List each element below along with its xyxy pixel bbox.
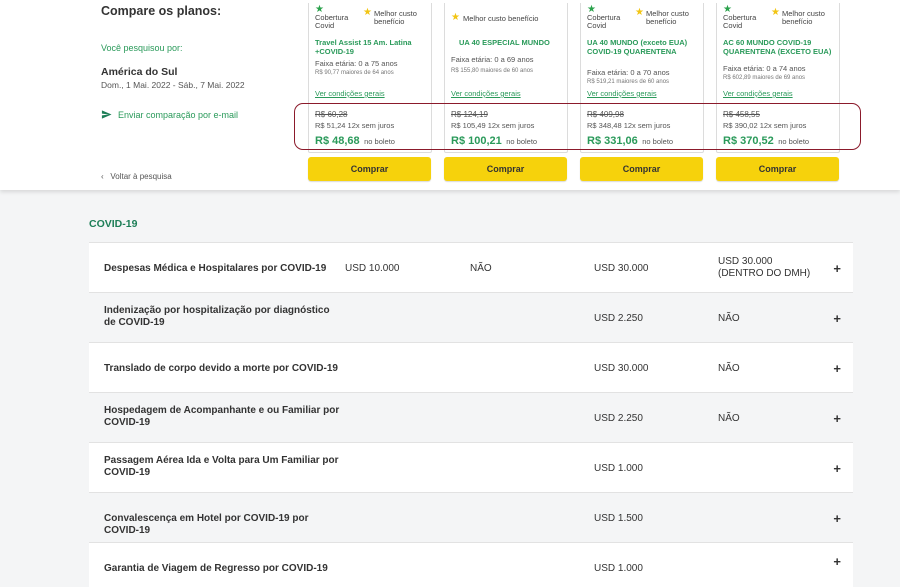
star-icon: ★ — [451, 12, 460, 23]
back-to-search-label: Voltar à pesquisa — [110, 172, 172, 181]
conditions-link[interactable]: Ver condições gerais — [315, 89, 385, 98]
buy-button[interactable]: Comprar — [716, 157, 839, 181]
covid-badge: ★ Cobertura Covid — [587, 5, 633, 30]
coverage-value: USD 2.250 — [594, 313, 643, 324]
coverage-value: USD 30.000 (DENTRO DO DMH) — [718, 256, 811, 279]
older-price: R$ 90,77 maiores de 64 anos — [315, 70, 394, 76]
chevron-left-icon: ‹ — [101, 172, 104, 181]
buy-button[interactable]: Comprar — [580, 157, 703, 181]
older-price: R$ 519,21 maiores de 60 anos — [587, 79, 670, 85]
coverage-value: NÃO — [718, 413, 740, 424]
coverage-value: NÃO — [718, 363, 740, 374]
table-row[interactable]: Despesas Médica e Hospitalares por COVID… — [89, 242, 853, 292]
best-value-badge: ★ Melhor custo benefício — [363, 7, 425, 26]
best-value-badge: ★ Melhor custo benefício — [635, 7, 697, 26]
star-icon: ★ — [771, 7, 780, 18]
travel-dates: Dom., 1 Mai. 2022 - Sáb., 7 Mai. 2022 — [101, 80, 245, 90]
table-row[interactable]: Garantia de Viagem de Regresso por COVID… — [89, 542, 853, 587]
table-row[interactable]: Indenização por hospitalização por diagn… — [89, 292, 853, 342]
older-price: R$ 602,89 maiores de 69 anos — [723, 75, 806, 81]
covid-badge: ★ Cobertura Covid — [315, 5, 361, 30]
table-row[interactable]: Convalescença em Hotel por COVID-19 por … — [89, 492, 853, 542]
plan-name: AC 60 MUNDO COVID-19 QUARENTENA (EXCETO … — [723, 38, 832, 56]
section-title: COVID-19 — [89, 218, 138, 230]
plan-badges: ★ Cobertura Covid ★ Melhor custo benefíc… — [587, 5, 699, 35]
coverage-value: USD 1.500 — [594, 513, 643, 524]
coverage-label: Garantia de Viagem de Regresso por COVID… — [104, 563, 328, 574]
older-price: R$ 155,80 maiores de 60 anos — [451, 68, 534, 74]
coverage-value: NÃO — [718, 313, 740, 324]
coverage-label: Convalescença em Hotel por COVID-19 por … — [104, 513, 309, 536]
expand-plus-icon[interactable]: + — [833, 261, 841, 276]
email-comparison-label: Enviar comparação por e-mail — [118, 109, 239, 120]
coverage-label: Passagem Aérea Ida e Volta para Um Famil… — [104, 455, 339, 478]
send-icon — [101, 110, 112, 119]
coverage-value: USD 1.000 — [594, 463, 643, 474]
age-range: Faixa etária: 0 a 74 anos — [723, 64, 806, 73]
buy-button[interactable]: Comprar — [444, 157, 567, 181]
plan-badges: ★ Cobertura Covid ★ Melhor custo benefíc… — [315, 5, 427, 35]
best-value-label: Melhor custo benefício — [782, 9, 825, 26]
coverage-value: USD 10.000 — [345, 263, 400, 274]
best-value-label: Melhor custo benefício — [646, 9, 689, 26]
age-range: Faixa etária: 0 a 75 anos — [315, 59, 398, 68]
table-row[interactable]: Translado de corpo devido a morte por CO… — [89, 342, 853, 392]
expand-plus-icon[interactable]: + — [833, 511, 841, 526]
coverage-value: USD 30.000 — [594, 363, 649, 374]
coverage-label: Indenização por hospitalização por diagn… — [104, 305, 330, 328]
covid-badge-label: Cobertura Covid — [723, 13, 757, 30]
best-value-badge: ★ Melhor custo benefício — [771, 7, 833, 26]
plan-badges: ★ Cobertura Covid ★ Melhor custo benefíc… — [723, 5, 835, 35]
back-to-search-link[interactable]: ‹ Voltar à pesquisa — [101, 172, 172, 181]
coverage-label: Translado de corpo devido a morte por CO… — [104, 363, 338, 374]
covid-badge: ★ Cobertura Covid — [723, 5, 769, 30]
expand-plus-icon[interactable]: + — [833, 411, 841, 426]
email-comparison-link[interactable]: Enviar comparação por e-mail — [101, 109, 238, 120]
best-value-label: Melhor custo benefício — [374, 9, 417, 26]
plan-badges: ★ Melhor custo benefício — [451, 5, 563, 35]
expand-plus-icon[interactable]: + — [833, 361, 841, 376]
conditions-link[interactable]: Ver condições gerais — [587, 89, 657, 98]
covid-badge-label: Cobertura Covid — [315, 13, 349, 30]
conditions-link[interactable]: Ver condições gerais — [451, 89, 521, 98]
compare-header: Compare os planos: Você pesquisou por: A… — [0, 0, 900, 190]
coverage-value: USD 30.000 — [594, 263, 649, 274]
expand-plus-icon[interactable]: + — [833, 461, 841, 476]
coverage-value: USD 2.250 — [594, 413, 643, 424]
age-range: Faixa etária: 0 a 70 anos — [587, 68, 670, 77]
coverage-label: Hospedagem de Acompanhante e ou Familiar… — [104, 405, 340, 428]
expand-plus-icon[interactable]: + — [833, 554, 841, 569]
buy-button[interactable]: Comprar — [308, 157, 431, 181]
coverage-label: Despesas Médica e Hospitalares por COVID… — [104, 263, 327, 274]
destination: América do Sul — [101, 66, 178, 78]
best-value-label: Melhor custo benefício — [463, 14, 539, 23]
plan-name: Travel Assist 15 Am. Latina +COVID-19 — [315, 38, 412, 56]
covid-badge-label: Cobertura Covid — [587, 13, 621, 30]
star-icon: ★ — [635, 7, 644, 18]
expand-plus-icon[interactable]: + — [833, 311, 841, 326]
conditions-link[interactable]: Ver condições gerais — [723, 89, 793, 98]
best-value-badge: ★ Melhor custo benefício — [451, 12, 561, 23]
plan-name: UA 40 ESPECIAL MUNDO — [459, 38, 550, 47]
age-range: Faixa etária: 0 a 69 anos — [451, 55, 534, 64]
plan-name: UA 40 MUNDO (exceto EUA) COVID-19 QUAREN… — [587, 38, 688, 56]
table-row[interactable]: Passagem Aérea Ida e Volta para Um Famil… — [89, 442, 853, 492]
price-highlight-frame — [294, 103, 861, 150]
coverage-value: NÃO — [470, 263, 492, 274]
star-icon: ★ — [363, 7, 372, 18]
coverage-value: USD 1.000 — [594, 563, 643, 574]
searched-label: Você pesquisou por: — [101, 43, 183, 53]
table-row[interactable]: Hospedagem de Acompanhante e ou Familiar… — [89, 392, 853, 442]
page-title: Compare os planos: — [101, 4, 222, 18]
